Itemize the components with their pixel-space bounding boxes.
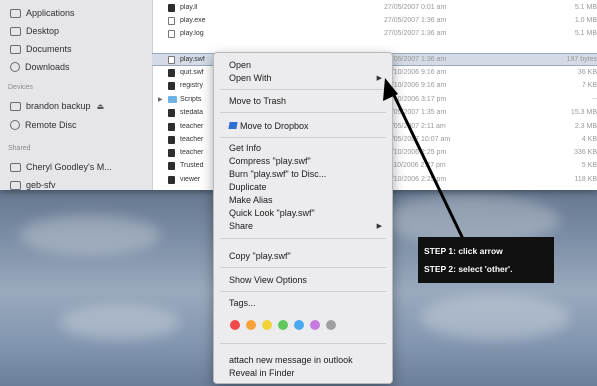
step-1-text: STEP 1: click arrow xyxy=(424,246,503,256)
step-2-text: STEP 2: select 'other'. xyxy=(424,264,513,274)
step-callout: STEP 1: click arrow STEP 2: select 'othe… xyxy=(418,237,554,283)
arrow-shaft xyxy=(390,90,466,242)
annotation-arrow xyxy=(383,78,466,242)
